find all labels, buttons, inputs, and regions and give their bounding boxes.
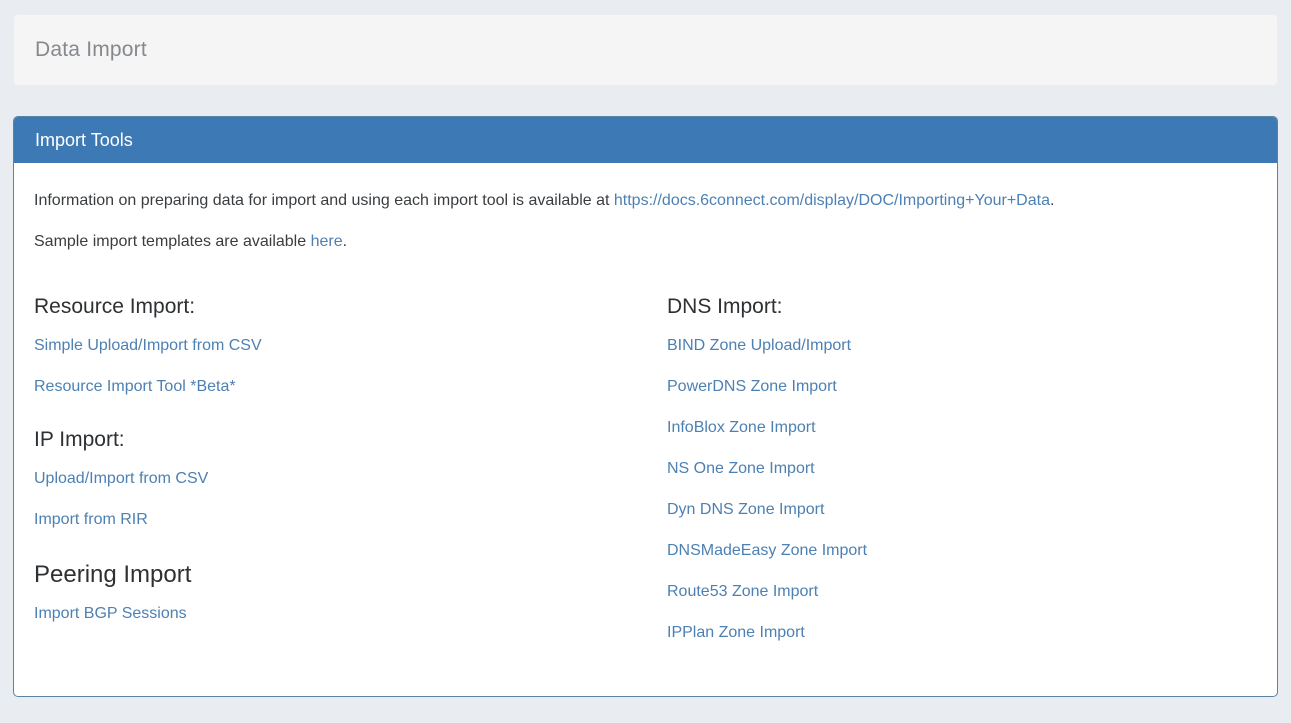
intro-line-1-post: .: [1050, 192, 1054, 209]
ip-import-section: IP Import: Upload/Import from CSV Import…: [34, 425, 667, 530]
column-right: DNS Import: BIND Zone Upload/Import Powe…: [667, 292, 1257, 664]
column-left: Resource Import: Simple Upload/Import fr…: [34, 292, 667, 664]
import-columns: Resource Import: Simple Upload/Import fr…: [34, 292, 1257, 664]
dyn-dns-zone-import-link[interactable]: Dyn DNS Zone Import: [667, 500, 1257, 520]
panel-body: Information on preparing data for import…: [14, 163, 1277, 684]
simple-upload-import-csv-link[interactable]: Simple Upload/Import from CSV: [34, 336, 667, 356]
resource-import-tool-beta-link[interactable]: Resource Import Tool *Beta*: [34, 377, 667, 397]
bind-zone-upload-import-link[interactable]: BIND Zone Upload/Import: [667, 336, 1257, 356]
import-tools-panel: Import Tools Information on preparing da…: [13, 116, 1278, 697]
dns-import-section: DNS Import: BIND Zone Upload/Import Powe…: [667, 292, 1257, 643]
intro-line-1: Information on preparing data for import…: [34, 189, 1257, 213]
intro-line-1-pre: Information on preparing data for import…: [34, 192, 614, 209]
page-title: Data Import: [35, 38, 147, 62]
route53-zone-import-link[interactable]: Route53 Zone Import: [667, 582, 1257, 602]
dnsmadeeasy-zone-import-link[interactable]: DNSMadeEasy Zone Import: [667, 541, 1257, 561]
templates-here-link[interactable]: here: [311, 233, 343, 250]
intro-line-2-pre: Sample import templates are available: [34, 233, 311, 250]
ip-upload-import-csv-link[interactable]: Upload/Import from CSV: [34, 469, 667, 489]
panel-header-title: Import Tools: [35, 130, 133, 151]
import-bgp-sessions-link[interactable]: Import BGP Sessions: [34, 604, 667, 624]
resource-import-section: Resource Import: Simple Upload/Import fr…: [34, 292, 667, 397]
docs-link[interactable]: https://docs.6connect.com/display/DOC/Im…: [614, 192, 1050, 209]
resource-import-heading: Resource Import:: [34, 292, 667, 322]
infoblox-zone-import-link[interactable]: InfoBlox Zone Import: [667, 418, 1257, 438]
intro-line-2: Sample import templates are available he…: [34, 230, 1257, 254]
peering-import-heading: Peering Import: [34, 558, 667, 592]
peering-import-section: Peering Import Import BGP Sessions: [34, 558, 667, 624]
dns-import-heading: DNS Import:: [667, 292, 1257, 322]
ns-one-zone-import-link[interactable]: NS One Zone Import: [667, 459, 1257, 479]
ip-import-heading: IP Import:: [34, 425, 667, 455]
intro-line-2-post: .: [343, 233, 347, 250]
panel-header: Import Tools: [14, 117, 1277, 163]
ipplan-zone-import-link[interactable]: IPPlan Zone Import: [667, 623, 1257, 643]
import-from-rir-link[interactable]: Import from RIR: [34, 510, 667, 530]
page-title-bar: Data Import: [13, 14, 1278, 86]
powerdns-zone-import-link[interactable]: PowerDNS Zone Import: [667, 377, 1257, 397]
intro-text: Information on preparing data for import…: [34, 189, 1257, 254]
